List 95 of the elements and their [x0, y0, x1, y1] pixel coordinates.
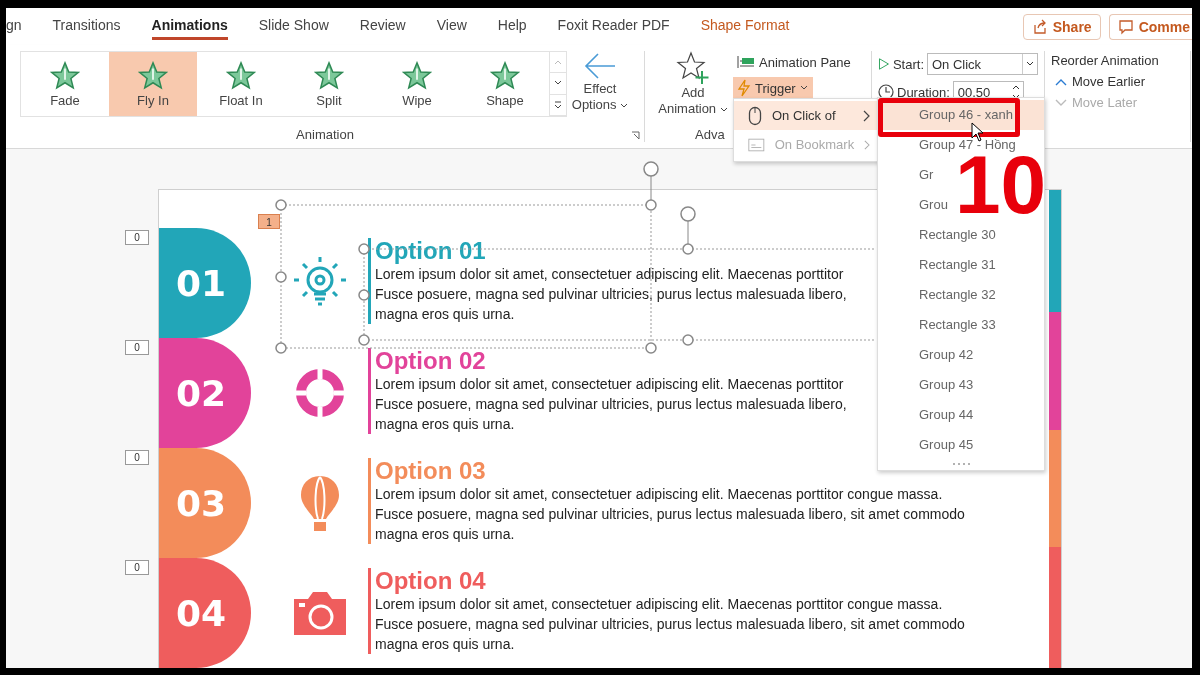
reorder-button[interactable]: Move Earlier	[1051, 74, 1184, 89]
body-text-line: Lorem ipsum dolor sit amet, consectetuer adipiscing elit. Maecenas porttitor congue massa.	[375, 595, 943, 614]
annotation-number: 10	[955, 154, 1047, 216]
caret-icon	[554, 59, 562, 66]
body-text-line: Fusce posuere, magna sed pulvinar ultricies, purus lectus malesuada libero, sit amet commodo	[375, 615, 965, 634]
animation-option[interactable]: Wipe	[373, 52, 461, 116]
animation-order-badge[interactable]: 0	[125, 230, 149, 245]
option-title: Option 04	[375, 568, 486, 594]
animation-option[interactable]: Fly In	[109, 52, 197, 116]
star-plus-icon	[676, 51, 710, 85]
menu-item[interactable]: Rectangle 31	[878, 250, 998, 280]
ribbon-tab[interactable]: Slide Show	[258, 13, 329, 40]
ribbon-tab[interactable]: gn	[6, 13, 22, 40]
group-label: Animation	[296, 127, 354, 142]
body-text-line: Lorem ipsum dolor sit amet, consectetuer adipiscing elit. Maecenas porttitor congue massa.	[375, 485, 943, 504]
ribbon-tab[interactable]: Help	[497, 13, 527, 40]
resize-grip-icon[interactable]	[951, 462, 971, 466]
caret-icon	[1026, 61, 1034, 67]
body-text-line: magna eros quis urna.	[375, 525, 515, 544]
body-text-line: Fusce posuere, magna sed pulvinar ultricies, purus lectus malesuada libero,	[375, 395, 847, 414]
animation-order-badge[interactable]: 0	[125, 340, 149, 355]
clock-icon	[878, 84, 894, 100]
hot-air-balloon-icon	[299, 474, 341, 532]
add-animation-button[interactable]: Add Animation	[653, 51, 733, 127]
animation-pane-button[interactable]: Animation Pane	[733, 51, 855, 73]
play-icon	[878, 56, 890, 72]
ribbon-tab[interactable]: Transitions	[52, 13, 121, 40]
lightning-icon	[737, 79, 751, 97]
animation-option[interactable]: Split	[285, 52, 373, 116]
caret-down-icon	[1055, 98, 1067, 107]
body-text-line: magna eros quis urna.	[375, 635, 515, 654]
body-text-line: Lorem ipsum dolor sit amet, consectetuer adipiscing elit. Maecenas porttitor	[375, 375, 844, 394]
ribbon-tab[interactable]: Shape Format	[700, 13, 790, 40]
comments-button[interactable]: Comme	[1108, 13, 1192, 40]
menu-item[interactable]: Group 42	[878, 340, 976, 370]
menu-item[interactable]: Gr	[878, 160, 936, 190]
comment-icon	[1117, 18, 1134, 35]
trigger-button[interactable]: Trigger	[733, 77, 813, 99]
dialog-launcher-icon[interactable]	[631, 131, 640, 140]
option-title: Option 02	[375, 348, 486, 374]
body-text-line: magna eros quis urna.	[375, 305, 515, 324]
caret-icon	[554, 80, 562, 87]
bookmark-icon	[748, 136, 765, 153]
star-icon	[402, 60, 432, 91]
effect-options-button[interactable]: Effect Options	[571, 51, 629, 127]
body-text-line: Fusce posuere, magna sed pulvinar ultricies, purus lectus malesuada libero, sit amet commodo	[375, 505, 965, 524]
caret-icon	[554, 100, 562, 109]
animation-option[interactable]: Fade	[21, 52, 109, 116]
arrow-left-icon	[583, 51, 617, 81]
reorder-title: Reorder Animation	[1051, 53, 1160, 68]
menu-item[interactable]: Grou	[878, 190, 950, 220]
camera-icon	[291, 589, 349, 637]
animation-option[interactable]: Float In	[197, 52, 285, 116]
body-text-line: Lorem ipsum dolor sit amet, consectetuer adipiscing elit. Maecenas porttitor	[375, 265, 844, 284]
menu-item[interactable]: Rectangle 32	[878, 280, 998, 310]
selection-frame[interactable]	[358, 206, 877, 346]
group-label: Adva	[695, 127, 725, 142]
chevron-right-icon	[864, 138, 870, 151]
body-text-line: magna eros quis urna.	[375, 415, 515, 434]
animation-order-badge[interactable]: 0	[125, 450, 149, 465]
menu-item[interactable]: On Click of	[734, 101, 878, 130]
menu-item[interactable]: Group 44	[878, 400, 976, 430]
start-dropdown[interactable]: On Click	[927, 53, 1038, 75]
star-icon	[314, 60, 344, 91]
ribbon-tab[interactable]: Foxit Reader PDF	[557, 13, 670, 40]
star-icon	[490, 60, 520, 91]
star-icon	[50, 60, 80, 91]
pane-icon	[737, 55, 755, 69]
animation-option[interactable]: Shape	[461, 52, 549, 116]
option-title: Option 03	[375, 458, 486, 484]
menu-item[interactable]: Group 43	[878, 370, 976, 400]
ribbon-tab[interactable]: Review	[359, 13, 406, 40]
star-icon	[138, 60, 168, 91]
animation-order-badge[interactable]: 1	[258, 214, 280, 229]
menu-item[interactable]: Group 45	[878, 430, 976, 460]
animation-order-badge[interactable]: 0	[125, 560, 149, 575]
star-icon	[226, 60, 256, 91]
menu-item[interactable]: Rectangle 30	[878, 220, 998, 250]
body-text-line: Fusce posuere, magna sed pulvinar ultricies, purus lectus malesuada libero,	[375, 285, 847, 304]
mouse-pointer-icon	[971, 122, 985, 142]
caret-up-icon	[1055, 77, 1067, 86]
ribbon-tab[interactable]: Animations	[151, 13, 228, 40]
chevron-right-icon	[863, 109, 870, 122]
share-icon	[1031, 18, 1048, 35]
mouse-icon	[748, 105, 762, 126]
caret-icon	[719, 107, 728, 113]
ribbon-tab[interactable]: View	[436, 13, 467, 40]
start-label: Start:	[892, 56, 924, 72]
share-button[interactable]: Share	[1022, 13, 1101, 40]
menu-item[interactable]: Rectangle 33	[878, 310, 998, 340]
option-title: Option 01	[375, 238, 486, 264]
caret-icon	[799, 85, 808, 91]
lifebuoy-icon	[294, 367, 346, 419]
duration-label: Duration:	[897, 84, 950, 100]
caret-icon	[620, 103, 629, 109]
